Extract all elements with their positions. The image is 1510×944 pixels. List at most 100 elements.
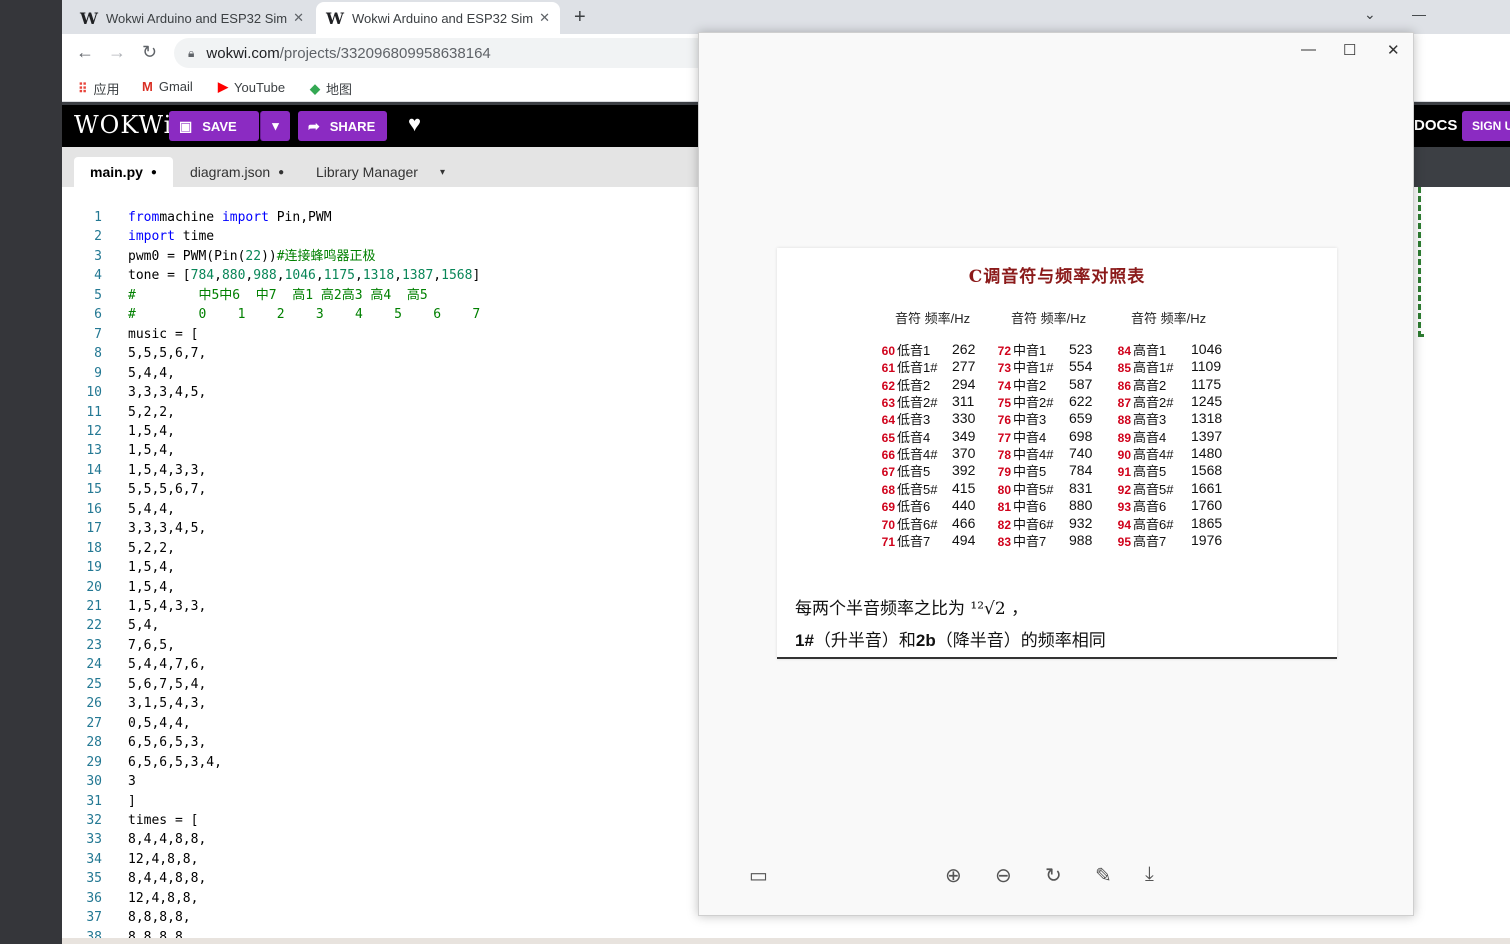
- viewer-close-icon[interactable]: ✕: [1387, 41, 1400, 59]
- minimize-icon[interactable]: —: [1412, 6, 1426, 22]
- code-line[interactable]: 33 8,4,4,8,8,: [62, 830, 802, 850]
- tab-diagram-json[interactable]: diagram.json ●: [174, 157, 300, 187]
- code-line[interactable]: 18 5,2,2,: [62, 539, 802, 559]
- tab-main-py[interactable]: main.py ●: [74, 157, 173, 187]
- code-line[interactable]: 29 6,5,6,5,3,4,: [62, 753, 802, 773]
- code-line[interactable]: 17 3,3,3,4,5,: [62, 519, 802, 539]
- note-frequency: 784: [1069, 462, 1093, 479]
- code-line[interactable]: 13 1,5,4,: [62, 441, 802, 461]
- save-button[interactable]: ▣ SAVE: [169, 111, 259, 141]
- code-line[interactable]: 9 5,4,4,: [62, 364, 802, 384]
- tab-library-manager[interactable]: Library Manager ▾: [300, 157, 461, 187]
- code-token: 12,4,8,8,: [128, 851, 199, 867]
- code-line[interactable]: 8 5,5,5,6,7,: [62, 344, 802, 364]
- zoom-out-icon[interactable]: ⊖: [995, 863, 1012, 888]
- note-frequency: 1245: [1191, 393, 1223, 410]
- download-icon[interactable]: ⤓: [1145, 863, 1154, 886]
- code-line[interactable]: 21 1,5,4,3,3,: [62, 597, 802, 617]
- browser-tab-2[interactable]: W Wokwi Arduino and ESP32 Sim ✕: [316, 2, 560, 34]
- code-line[interactable]: 5 # 中5中6 中7 高1 高2高3 高4 高5: [62, 286, 802, 306]
- code-line[interactable]: 6 # 0 1 2 3 4 5 6 7: [62, 305, 802, 325]
- tab-search-icon[interactable]: ⌄: [1364, 6, 1376, 23]
- code-line[interactable]: 19 1,5,4,: [62, 558, 802, 578]
- bookmark-youtube[interactable]: ▶ YouTube: [218, 79, 285, 95]
- code-line[interactable]: 37 8,8,8,8,: [62, 908, 802, 928]
- code-line[interactable]: 25 5,6,7,5,4,: [62, 675, 802, 695]
- code-line[interactable]: 26 3,1,5,4,3,: [62, 694, 802, 714]
- note-name: 高音4#: [1133, 447, 1174, 463]
- docs-link[interactable]: DOCS: [1414, 117, 1457, 134]
- code-line[interactable]: 7 music = [: [62, 325, 802, 345]
- code-text: times = [: [128, 811, 198, 831]
- footer-text: （升半音）和: [813, 631, 916, 651]
- code-line[interactable]: 3 pwm0 = PWM(Pin(22))#连接蜂鸣器正极: [62, 247, 802, 267]
- bookmark-gmail[interactable]: M Gmail: [142, 79, 193, 94]
- code-text: 5,6,7,5,4,: [128, 675, 206, 695]
- zoom-in-icon[interactable]: ⊕: [945, 863, 962, 888]
- code-token: 1,5,4,: [128, 443, 175, 459]
- rotate-icon[interactable]: ↻: [1045, 863, 1062, 888]
- bookmark-maps[interactable]: ◆ 地图: [310, 79, 352, 98]
- viewer-maximize-icon[interactable]: ☐: [1343, 41, 1356, 59]
- code-line[interactable]: 23 7,6,5,: [62, 636, 802, 656]
- heart-icon[interactable]: ♥: [408, 111, 421, 137]
- code-line[interactable]: 28 6,5,6,5,3,: [62, 733, 802, 753]
- caret-down-icon[interactable]: ▾: [440, 167, 445, 178]
- close-icon[interactable]: ✕: [539, 10, 550, 26]
- code-text: 5,5,5,6,7,: [128, 480, 206, 500]
- reload-icon[interactable]: ↻: [142, 42, 157, 63]
- bookmark-apps[interactable]: ⠿ 应用: [78, 79, 120, 98]
- share-button[interactable]: ➦ SHARE: [298, 111, 387, 141]
- code-line[interactable]: 15 5,5,5,6,7,: [62, 480, 802, 500]
- code-line[interactable]: 36 12,4,8,8,: [62, 889, 802, 909]
- browser-tab-1[interactable]: W Wokwi Arduino and ESP32 Sim ✕: [70, 2, 314, 34]
- code-line[interactable]: 2 import time: [62, 227, 802, 247]
- close-icon[interactable]: ✕: [293, 10, 304, 26]
- new-tab-button[interactable]: +: [574, 6, 586, 29]
- code-token: ,: [433, 268, 442, 284]
- midi-number: 90: [1117, 448, 1131, 463]
- code-line[interactable]: 30 3: [62, 772, 802, 792]
- wokwi-logo[interactable]: WOKWi: [74, 111, 172, 139]
- code-line[interactable]: 14 1,5,4,3,3,: [62, 461, 802, 481]
- line-number: 28: [86, 735, 102, 751]
- code-line[interactable]: 11 5,2,2,: [62, 403, 802, 423]
- save-dropdown-button[interactable]: ▾: [260, 111, 290, 141]
- note-name: 中音6: [1013, 499, 1047, 515]
- code-token: 3: [128, 774, 136, 790]
- code-line[interactable]: 12 1,5,4,: [62, 422, 802, 442]
- line-number: 8: [94, 346, 102, 362]
- note-row: 81 中音6: [991, 498, 1047, 515]
- code-line[interactable]: 1 frommachine import Pin,PWM: [62, 208, 802, 228]
- code-line[interactable]: 27 0,5,4,4,: [62, 714, 802, 734]
- code-line[interactable]: 34 12,4,8,8,: [62, 850, 802, 870]
- code-line[interactable]: 24 5,4,4,7,6,: [62, 655, 802, 675]
- code-line[interactable]: 35 8,4,4,8,8,: [62, 869, 802, 889]
- filmstrip-icon[interactable]: ▭: [749, 863, 768, 888]
- note-name: 低音2#: [897, 395, 938, 411]
- url-host: wokwi.com: [206, 44, 280, 62]
- code-token: tone = [: [128, 268, 191, 284]
- code-line[interactable]: 32 times = [: [62, 811, 802, 831]
- note-row: 76 中音3: [991, 411, 1047, 428]
- code-line[interactable]: 16 5,4,4,: [62, 500, 802, 520]
- code-line[interactable]: 22 5,4,: [62, 616, 802, 636]
- note-name: 低音2: [897, 377, 931, 393]
- viewer-minimize-icon[interactable]: —: [1301, 41, 1316, 58]
- code-line[interactable]: 20 1,5,4,: [62, 578, 802, 598]
- code-line[interactable]: 4 tone = [784,880,988,1046,1175,1318,1387…: [62, 266, 802, 286]
- sign-up-button[interactable]: SIGN UP: [1462, 111, 1510, 141]
- midi-number: 79: [997, 465, 1011, 480]
- code-token: 12,4,8,8,: [128, 890, 199, 906]
- code-line[interactable]: 10 3,3,3,4,5,: [62, 383, 802, 403]
- code-line[interactable]: 31]: [62, 792, 802, 812]
- code-token: 5,5,5,6,7,: [128, 346, 207, 362]
- edit-icon[interactable]: ✎: [1095, 863, 1112, 888]
- code-editor[interactable]: 1 frommachine import Pin,PWM 2 import time 3…: [62, 187, 802, 944]
- note-row: 92 高音5#: [1111, 481, 1174, 498]
- code-text: 5,4,4,: [128, 500, 175, 520]
- code-token: 3,3,3,4,5,: [128, 385, 207, 401]
- back-icon[interactable]: ←: [76, 42, 94, 63]
- forward-icon[interactable]: →: [108, 42, 126, 63]
- code-text: 7,6,5,: [128, 636, 175, 656]
